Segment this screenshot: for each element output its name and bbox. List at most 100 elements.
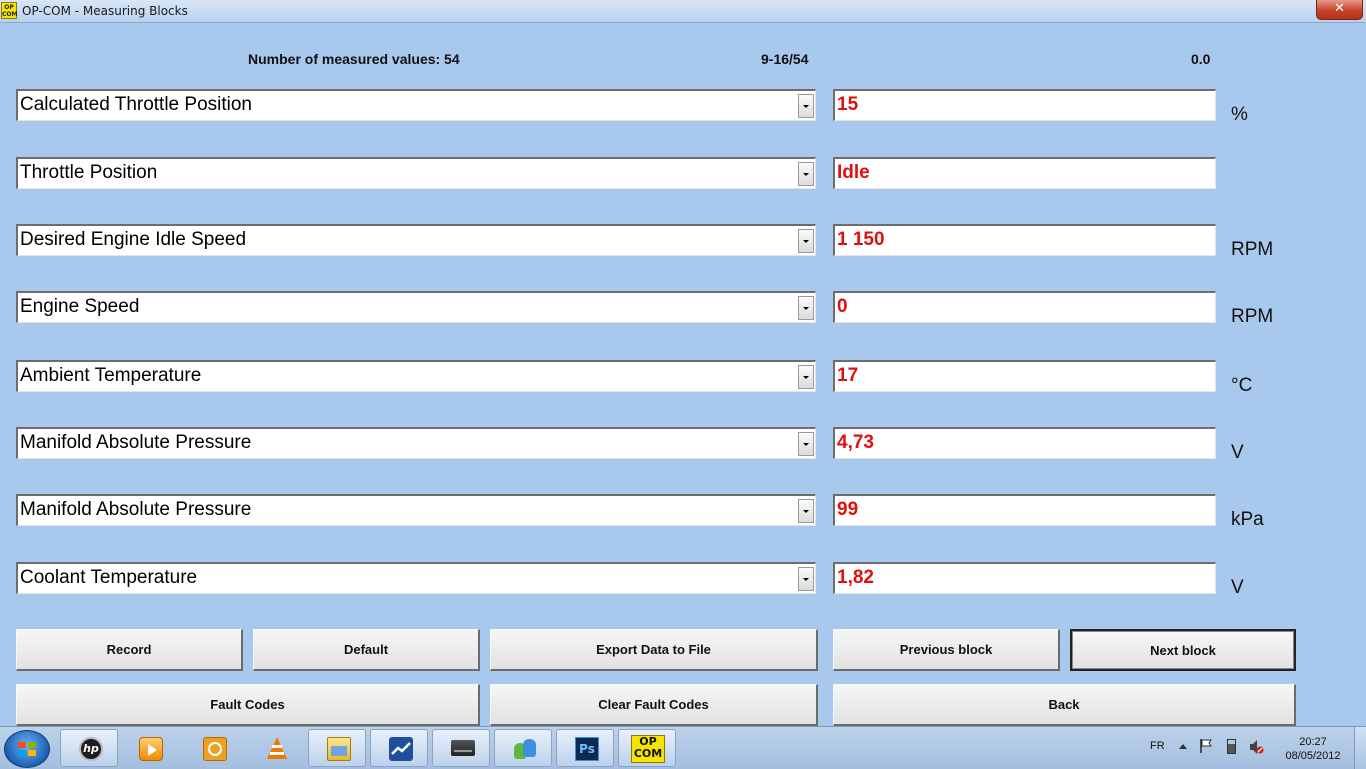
chart-app-icon: [389, 737, 413, 761]
unit-label: V: [1231, 577, 1244, 598]
export-data-button[interactable]: Export Data to File: [490, 629, 818, 671]
dropdown-arrow-icon[interactable]: [798, 365, 814, 389]
action-center-flag-icon[interactable]: [1200, 739, 1212, 753]
block-range: 9-16/54: [761, 51, 809, 67]
parameter-dropdown[interactable]: Coolant Temperature: [16, 562, 816, 594]
measurement-row: Manifold Absolute Pressure 99 kPa: [0, 494, 1366, 530]
value-field: 1 150: [833, 224, 1216, 256]
measurement-row: Desired Engine Idle Speed 1 150 RPM: [0, 224, 1366, 260]
value-field: 15: [833, 89, 1216, 121]
parameter-dropdown[interactable]: Ambient Temperature: [16, 360, 816, 392]
value-text: 1 150: [837, 229, 885, 250]
clock[interactable]: 20:27 08/05/2012: [1280, 735, 1346, 763]
dropdown-arrow-icon[interactable]: [798, 94, 814, 118]
start-button[interactable]: [4, 730, 50, 768]
file-explorer-icon: [327, 737, 351, 761]
taskbar-dvd-drive[interactable]: [432, 729, 490, 767]
parameter-dropdown[interactable]: Manifold Absolute Pressure: [16, 427, 816, 459]
parameter-label: Throttle Position: [20, 162, 158, 183]
default-button[interactable]: Default: [253, 629, 480, 671]
value-text: 1,82: [837, 567, 874, 588]
fault-codes-button[interactable]: Fault Codes: [16, 684, 480, 726]
value-text: Idle: [837, 162, 870, 183]
dropdown-arrow-icon[interactable]: [798, 296, 814, 320]
unit-label: °C: [1231, 375, 1253, 396]
measurement-row: Calculated Throttle Position 15 %: [0, 89, 1366, 125]
dvd-drive-icon: [451, 740, 475, 756]
taskbar-hp[interactable]: hp: [60, 729, 118, 767]
back-button[interactable]: Back: [833, 684, 1296, 726]
measurement-row: Ambient Temperature 17 °C: [0, 360, 1366, 396]
window-title: OP-COM - Measuring Blocks: [22, 4, 188, 18]
measured-values-count: Number of measured values: 54: [248, 51, 460, 67]
messenger-icon: [513, 737, 537, 761]
value-text: 99: [837, 499, 859, 520]
language-indicator[interactable]: FR: [1150, 740, 1165, 752]
media-player-icon: [139, 737, 163, 761]
parameter-dropdown[interactable]: Calculated Throttle Position: [16, 89, 816, 121]
unit-label: RPM: [1231, 306, 1274, 327]
close-button[interactable]: ✕: [1316, 0, 1363, 20]
value-text: 0: [837, 296, 848, 317]
measurement-row: Coolant Temperature 1,82 V: [0, 562, 1366, 598]
value-text: 15: [837, 94, 859, 115]
taskbar-messenger[interactable]: [494, 729, 552, 767]
taskbar-photoshop[interactable]: Ps: [556, 729, 614, 767]
taskbar-opcom[interactable]: OP COM: [618, 729, 676, 767]
value-field: Idle: [833, 157, 1216, 189]
measurement-row: Throttle Position Idle: [0, 157, 1366, 189]
parameter-label: Manifold Absolute Pressure: [20, 499, 252, 520]
hp-icon: hp: [79, 737, 103, 761]
taskbar: hp Ps OP COM FR 20:27 08/05/2012: [0, 726, 1366, 769]
value-field: 99: [833, 494, 1216, 526]
clock-date: 08/05/2012: [1285, 750, 1341, 762]
vlc-icon: [265, 737, 289, 761]
value-text: 4,73: [837, 432, 874, 453]
measurement-row: Engine Speed 0 RPM: [0, 291, 1366, 327]
parameter-label: Manifold Absolute Pressure: [20, 432, 252, 453]
value-field: 17: [833, 360, 1216, 392]
show-hidden-icons-icon[interactable]: [1179, 744, 1187, 749]
unit-label: V: [1231, 442, 1244, 463]
parameter-label: Desired Engine Idle Speed: [20, 229, 247, 250]
value-field: 0: [833, 291, 1216, 323]
taskbar-file-explorer[interactable]: [308, 729, 366, 767]
taskbar-vlc[interactable]: [246, 729, 304, 767]
dropdown-arrow-icon[interactable]: [798, 499, 814, 523]
parameter-label: Coolant Temperature: [20, 567, 198, 588]
parameter-dropdown[interactable]: Manifold Absolute Pressure: [16, 494, 816, 526]
previous-block-button[interactable]: Previous block: [833, 629, 1060, 671]
parameter-label: Calculated Throttle Position: [20, 94, 252, 115]
taskbar-outlook[interactable]: [184, 729, 242, 767]
show-desktop-button[interactable]: [1354, 727, 1366, 769]
parameter-label: Engine Speed: [20, 296, 140, 317]
clear-fault-codes-button[interactable]: Clear Fault Codes: [490, 684, 818, 726]
title-bar: OP COM OP-COM - Measuring Blocks ✕: [0, 0, 1366, 23]
dropdown-arrow-icon[interactable]: [798, 567, 814, 591]
next-block-button[interactable]: Next block: [1070, 629, 1296, 671]
parameter-dropdown[interactable]: Desired Engine Idle Speed: [16, 224, 816, 256]
clock-time: 20:27: [1299, 736, 1327, 748]
dropdown-arrow-icon[interactable]: [798, 162, 814, 186]
time-value: 0.0: [1191, 51, 1211, 67]
volume-muted-icon[interactable]: [1248, 739, 1264, 755]
taskbar-chart-app[interactable]: [370, 729, 428, 767]
taskbar-media-player[interactable]: [120, 729, 178, 767]
value-text: 17: [837, 365, 859, 386]
unit-label: %: [1231, 104, 1248, 125]
photoshop-icon: Ps: [575, 737, 599, 761]
measurement-row: Manifold Absolute Pressure 4,73 V: [0, 427, 1366, 463]
opcom-app-icon: OP COM: [1, 2, 18, 19]
unit-label: kPa: [1231, 509, 1264, 530]
parameter-dropdown[interactable]: Throttle Position: [16, 157, 816, 189]
parameter-dropdown[interactable]: Engine Speed: [16, 291, 816, 323]
value-field: 4,73: [833, 427, 1216, 459]
value-field: 1,82: [833, 562, 1216, 594]
parameter-label: Ambient Temperature: [20, 365, 202, 386]
dropdown-arrow-icon[interactable]: [798, 432, 814, 456]
record-button[interactable]: Record: [16, 629, 243, 671]
unit-label: RPM: [1231, 239, 1274, 260]
outlook-icon: [203, 737, 227, 761]
battery-icon[interactable]: [1227, 739, 1236, 754]
dropdown-arrow-icon[interactable]: [798, 229, 814, 253]
